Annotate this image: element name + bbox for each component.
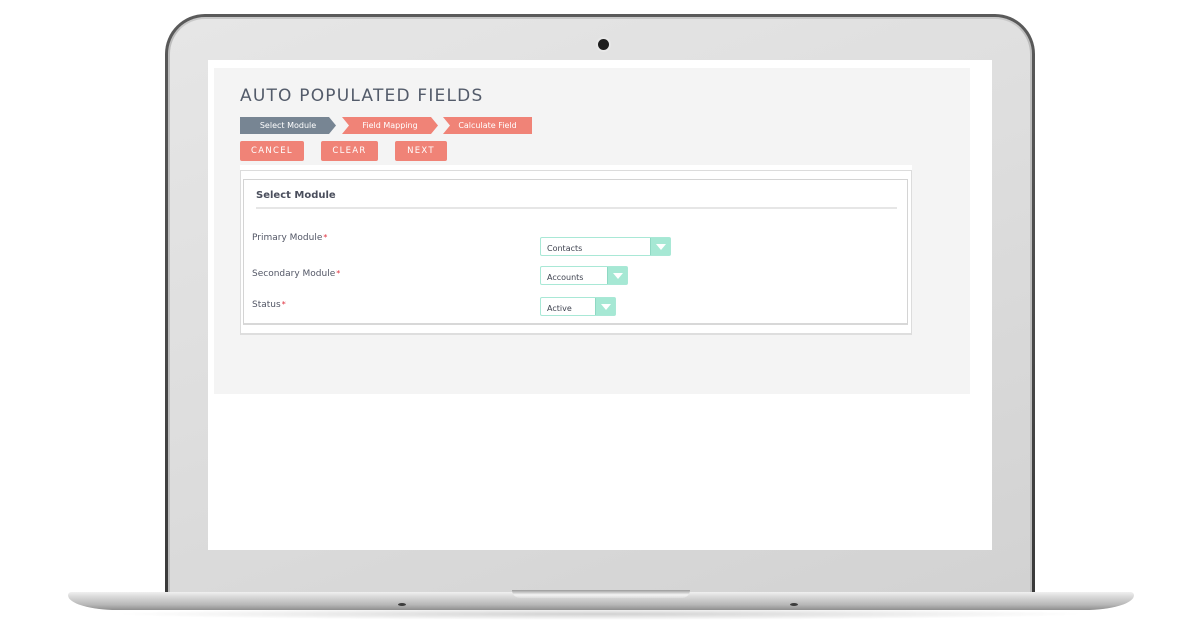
dropdown-button[interactable] xyxy=(607,267,627,284)
page-title: AUTO POPULATED FIELDS xyxy=(240,86,484,106)
primary-module-label: Primary Module* xyxy=(252,233,327,243)
step-field-mapping[interactable]: Field Mapping xyxy=(342,117,438,134)
secondary-module-label: Secondary Module* xyxy=(252,269,340,279)
next-button[interactable]: NEXT xyxy=(395,141,447,161)
step-calculate-field[interactable]: Calculate Field xyxy=(443,117,532,134)
field-label-text: Status xyxy=(252,300,281,310)
app-panel: AUTO POPULATED FIELDS Select Module Fiel… xyxy=(214,68,970,394)
select-module-panel: Select Module Primary Module* Contacts S… xyxy=(243,179,908,325)
chevron-down-icon xyxy=(655,243,666,250)
wizard-steps: Select Module Field Mapping Calculate Fi… xyxy=(240,117,532,134)
status-select[interactable]: Active xyxy=(540,297,616,316)
field-label-text: Primary Module xyxy=(252,233,323,243)
primary-module-select[interactable]: Contacts xyxy=(540,237,671,256)
panel-title: Select Module xyxy=(256,190,336,201)
dropdown-button[interactable] xyxy=(650,238,670,255)
camera-icon xyxy=(598,39,609,50)
secondary-module-select[interactable]: Accounts xyxy=(540,266,628,285)
dropdown-button[interactable] xyxy=(595,298,615,315)
required-marker: * xyxy=(323,233,328,242)
form-container: Select Module Primary Module* Contacts S… xyxy=(240,165,912,335)
select-value: Active xyxy=(547,304,572,313)
select-value: Contacts xyxy=(547,244,583,253)
required-marker: * xyxy=(281,300,286,309)
divider xyxy=(256,207,897,209)
status-label: Status* xyxy=(252,300,286,310)
laptop-hinge-notch xyxy=(512,590,690,598)
laptop-foot xyxy=(790,603,798,606)
select-value: Accounts xyxy=(547,273,584,282)
field-label-text: Secondary Module xyxy=(252,269,336,279)
step-select-module[interactable]: Select Module xyxy=(240,117,336,134)
cancel-button[interactable]: CANCEL xyxy=(240,141,304,161)
clear-button[interactable]: CLEAR xyxy=(321,141,378,161)
chevron-down-icon xyxy=(612,272,623,279)
laptop-foot xyxy=(398,603,406,606)
chevron-down-icon xyxy=(600,303,611,310)
required-marker: * xyxy=(336,269,341,278)
